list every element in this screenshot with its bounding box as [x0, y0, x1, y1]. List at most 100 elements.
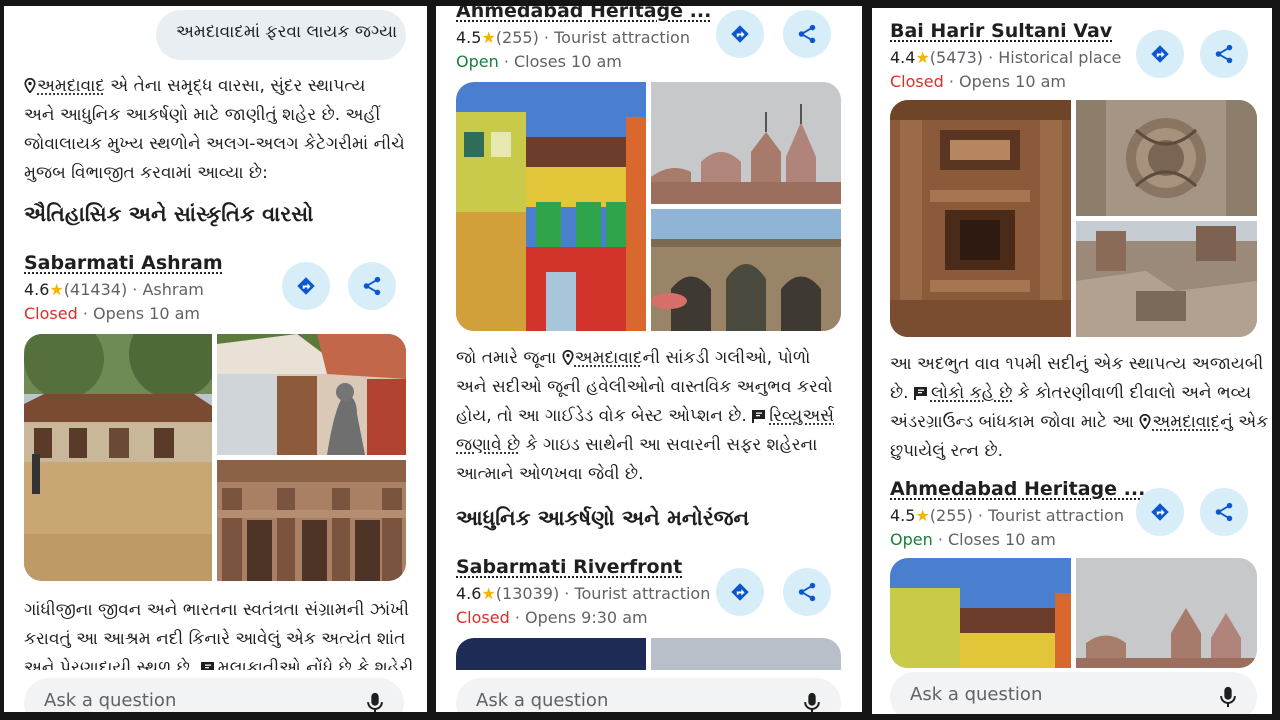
place-category: Tourist attraction: [574, 584, 711, 603]
directions-button[interactable]: [716, 568, 764, 616]
photo-colorful-houses[interactable]: [456, 82, 646, 331]
place-title-bai-harir-vav[interactable]: Bai Harir Sultani Vav: [890, 20, 1112, 42]
description-text: કે કોતરણીવાળી દીવાલો અને ભવ્ય: [1012, 383, 1252, 403]
description-text: કરાવતું આ આશ્રમ નદી કિનારે આવેલું એક અત્…: [24, 629, 406, 649]
review-count: (255): [495, 28, 539, 47]
ask-question-input[interactable]: Ask a question: [890, 672, 1257, 714]
place-link-ahmedabad[interactable]: અમદાવાદ: [37, 76, 105, 96]
ask-placeholder: Ask a question: [44, 690, 177, 711]
photo-carved-wall[interactable]: [1076, 100, 1257, 216]
rating-value: 4.5: [456, 28, 482, 47]
ask-question-input[interactable]: Ask a question: [24, 678, 404, 712]
location-pin-icon: [24, 78, 36, 93]
photo-temple-domes[interactable]: [1076, 558, 1257, 668]
intro-text: એ તેના સમૃદ્ધ વારસા, સુંદર સ્થાપત્ય: [104, 76, 366, 96]
ask-placeholder: Ask a question: [910, 684, 1043, 705]
chat-panel-left: અમદાવાદમાં ફરવા લાયક જગ્યા અમદાવાદ એ તેન…: [4, 6, 427, 712]
directions-button[interactable]: [1136, 30, 1184, 78]
ask-placeholder: Ask a question: [476, 690, 609, 711]
place-rating-row: 4.5★(255) · Tourist attraction: [890, 506, 1124, 525]
description-text: ની સાંકડી ગલીઓ, પોળો: [642, 348, 811, 368]
photo-stepwell-ruins[interactable]: [1076, 221, 1257, 337]
review-link[interactable]: રિવ્યુઅર્સ: [769, 406, 834, 426]
place-link-ahmedabad[interactable]: અમદાવાદ: [1152, 412, 1220, 432]
place-hours-row: Closed · Opens 9:30 am: [456, 608, 648, 627]
section-heading-modern: આધુનિક આકર્ષણો અને મનોરંજન: [456, 506, 750, 530]
place-title-sabarmati-riverfront[interactable]: Sabarmati Riverfront: [456, 556, 682, 578]
photo-gallery[interactable]: [456, 82, 841, 331]
photo-carved-stone[interactable]: [217, 460, 406, 581]
mic-icon[interactable]: [801, 691, 823, 712]
rating-value: 4.6: [24, 280, 50, 299]
status-badge: Closed: [24, 304, 78, 323]
place-title-sabarmati-ashram[interactable]: Sabarmati Ashram: [24, 252, 223, 274]
place-category: Tourist attraction: [988, 506, 1124, 525]
user-query-bubble: અમદાવાદમાં ફરવા લાયક જગ્યા: [156, 10, 406, 60]
directions-button[interactable]: [1136, 488, 1184, 536]
description-text: છે.: [890, 383, 914, 403]
description-text: હોય, તો આ ગાઈડેડ વોક બેસ્ટ ઓપ્શન છે.: [456, 406, 753, 426]
photo-gandhi-statue[interactable]: [217, 334, 406, 455]
star-icon: ★: [481, 28, 496, 47]
place-rating-row: 4.6★(13039) · Tourist attraction: [456, 584, 711, 603]
share-button[interactable]: [783, 568, 831, 616]
status-badge: Closed: [456, 608, 510, 627]
description-text: છુપાયેલું રત્ન છે.: [890, 441, 1004, 461]
description-text: આત્માને ઓળખવા જેવી છે.: [456, 464, 644, 484]
mic-icon[interactable]: [364, 691, 386, 712]
review-flag-icon: [752, 409, 766, 423]
star-icon: ★: [481, 584, 496, 603]
place-description: જો તમારે જૂના અમદાવાદની સાંકડી ગલીઓ, પોળ…: [456, 344, 856, 489]
photo-teen-darwaja[interactable]: [651, 209, 841, 331]
place-hours-row: Open · Closes 10 am: [890, 530, 1056, 549]
description-text: જો તમારે જૂના: [456, 348, 562, 368]
opening-hours: Closes 10 am: [514, 52, 622, 71]
photo-temple-domes[interactable]: [651, 82, 841, 204]
share-button[interactable]: [1200, 488, 1248, 536]
share-button[interactable]: [348, 262, 396, 310]
place-title-ahmedabad-heritage[interactable]: Ahmedabad Heritage ...: [456, 6, 711, 22]
place-link-ahmedabad[interactable]: અમદાવાદ: [575, 348, 643, 368]
description-text: નું એક: [1220, 412, 1269, 432]
share-button[interactable]: [1200, 30, 1248, 78]
photo-gallery[interactable]: [890, 558, 1257, 668]
directions-button[interactable]: [716, 10, 764, 58]
opening-hours: Opens 10 am: [959, 72, 1067, 91]
place-rating-row: 4.4★(5473) · Historical place: [890, 48, 1122, 67]
intro-paragraph: અમદાવાદ એ તેના સમૃદ્ધ વારસા, સુંદર સ્થાપ…: [24, 72, 419, 188]
description-text: ગાંધીજીના જીવન અને ભારતના સ્વતંત્રતા સંગ…: [24, 600, 409, 620]
review-count: (13039): [495, 584, 560, 603]
opening-hours: Opens 9:30 am: [525, 608, 648, 627]
share-button[interactable]: [783, 10, 831, 58]
photo-gallery[interactable]: [890, 100, 1257, 337]
description-text: કે ગાઇડ સાથેની આ સવારની સફર શહેરના: [520, 435, 818, 455]
photo-ashram-building[interactable]: [24, 334, 212, 581]
description-text: અને સદીઓ જૂની હવેલીઓનો વાસ્તવિક અનુભવ કર…: [456, 377, 833, 397]
directions-icon: [729, 581, 751, 603]
rating-value: 4.4: [890, 48, 916, 67]
location-pin-icon: [1139, 414, 1151, 429]
place-hours-row: Closed · Opens 10 am: [24, 304, 201, 323]
place-category: Ashram: [142, 280, 204, 299]
photo-stepwell-interior[interactable]: [890, 100, 1071, 337]
place-description: આ અદભુત વાવ ૧૫મી સદીનું એક સ્થાપત્ય અજાય…: [890, 350, 1270, 466]
status-badge: Open: [456, 52, 499, 71]
photo-gallery[interactable]: [24, 334, 406, 581]
place-category: Historical place: [998, 48, 1122, 67]
share-icon: [796, 581, 818, 603]
place-title-ahmedabad-heritage[interactable]: Ahmedabad Heritage ...: [890, 478, 1145, 500]
place-hours-row: Closed · Opens 10 am: [890, 72, 1067, 91]
mic-icon[interactable]: [1217, 685, 1239, 709]
photo-colorful-houses[interactable]: [890, 558, 1071, 668]
screenshot-collage: અમદાવાદમાં ફરવા લાયક જગ્યા અમદાવાદ એ તેન…: [0, 0, 1280, 720]
directions-button[interactable]: [282, 262, 330, 310]
share-icon: [1213, 43, 1235, 65]
ask-question-input[interactable]: Ask a question: [456, 678, 841, 712]
review-link[interactable]: લોકો કહે છે: [931, 383, 1012, 403]
star-icon: ★: [915, 506, 930, 525]
place-rating-row: 4.5★(255) · Tourist attraction: [456, 28, 690, 47]
opening-hours: Opens 10 am: [93, 304, 201, 323]
directions-icon: [295, 275, 317, 297]
review-link[interactable]: જણાવે છે: [456, 435, 520, 455]
review-count: (255): [929, 506, 973, 525]
